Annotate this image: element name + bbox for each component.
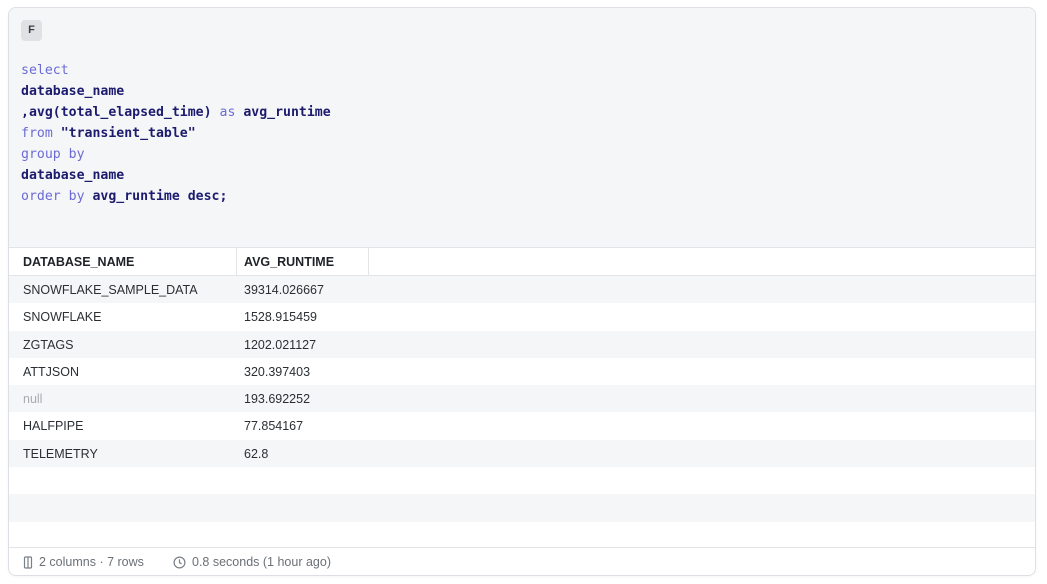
table-row[interactable]: SNOWFLAKE 1528.915459 <box>9 303 1035 330</box>
cell-database-name[interactable]: null <box>9 385 237 412</box>
sql-keyword: group by <box>21 147 85 162</box>
code-line[interactable]: database_name <box>21 165 331 186</box>
table-body: SNOWFLAKE_SAMPLE_DATA 39314.026667 SNOWFLA… <box>9 276 1035 549</box>
results-table: DATABASE_NAME AVG_RUNTIME SNOWFLAKE_SAMP… <box>9 248 1035 549</box>
table-row[interactable]: HALFPIPE 77.854167 <box>9 412 1035 439</box>
cell-avg-runtime[interactable]: 193.692252 <box>237 385 369 412</box>
cell-database-name[interactable]: TELEMETRY <box>9 440 237 467</box>
cell-avg-runtime[interactable]: 1528.915459 <box>237 303 369 330</box>
table-icon <box>23 555 33 569</box>
query-timing-text: 0.8 seconds (1 hour ago) <box>192 555 331 569</box>
clock-icon <box>173 555 186 569</box>
table-row[interactable]: ZGTAGS 1202.021127 <box>9 330 1035 358</box>
sql-token: ,avg(total_elapsed_time) <box>21 105 220 120</box>
sql-token: "transient_table" <box>60 126 196 141</box>
cell-database-name[interactable]: SNOWFLAKE <box>9 303 237 330</box>
sql-token: avg_runtime <box>235 105 331 120</box>
cell-avg-runtime[interactable]: 320.397403 <box>237 358 369 385</box>
sql-keyword: order by <box>21 189 93 204</box>
column-header-avg-runtime[interactable]: AVG_RUNTIME <box>237 248 369 275</box>
results-summary: 2 columns · 7 rows <box>23 548 144 575</box>
table-row[interactable]: ATTJSON 320.397403 <box>9 358 1035 385</box>
query-timing: 0.8 seconds (1 hour ago) <box>173 548 331 575</box>
table-row[interactable] <box>9 494 1035 522</box>
cell-avg-runtime[interactable]: 77.854167 <box>237 412 369 439</box>
code-line[interactable]: from "transient_table" <box>21 123 331 144</box>
code-line[interactable]: ,avg(total_elapsed_time) as avg_runtime <box>21 102 331 123</box>
sql-token: database_name <box>21 84 125 99</box>
column-header-database-name[interactable]: DATABASE_NAME <box>9 248 237 275</box>
sql-keyword: as <box>219 105 236 120</box>
table-row[interactable]: TELEMETRY 62.8 <box>9 439 1035 468</box>
table-row[interactable] <box>9 522 1035 549</box>
cell-database-name[interactable]: ZGTAGS <box>9 331 237 358</box>
code-line[interactable]: order by avg_runtime desc; <box>21 186 331 207</box>
sql-token: avg_runtime desc; <box>92 189 228 204</box>
sql-keyword: select <box>21 63 69 78</box>
code-line[interactable]: database_name <box>21 81 331 102</box>
table-row[interactable]: null 193.692252 <box>9 385 1035 413</box>
table-row[interactable] <box>9 467 1035 494</box>
table-row[interactable]: SNOWFLAKE_SAMPLE_DATA 39314.026667 <box>9 276 1035 304</box>
results-footer: 2 columns · 7 rows 0.8 seconds (1 hour a… <box>9 547 1035 575</box>
cell-database-name[interactable]: HALFPIPE <box>9 412 237 439</box>
results-summary-text: 2 columns · 7 rows <box>39 555 144 569</box>
code-line[interactable]: group by <box>21 144 331 165</box>
cell-avg-runtime[interactable]: 1202.021127 <box>237 331 369 358</box>
sql-keyword: from <box>21 126 61 141</box>
cell-avg-runtime[interactable]: 62.8 <box>237 440 369 467</box>
code-line[interactable]: select <box>21 60 331 81</box>
sql-token: database_name <box>21 168 125 183</box>
table-header: DATABASE_NAME AVG_RUNTIME <box>9 248 1035 276</box>
sql-code[interactable]: select database_name ,avg(total_elapsed_ti… <box>21 60 331 207</box>
sql-editor[interactable]: F select database_name ,avg(total_elapsed_… <box>9 8 1035 248</box>
cell-avg-runtime[interactable]: 39314.026667 <box>237 276 369 303</box>
cell-database-name[interactable]: SNOWFLAKE_SAMPLE_DATA <box>9 276 237 303</box>
cell-type-badge[interactable]: F <box>21 20 42 41</box>
query-result-card: F select database_name ,avg(total_elapsed_… <box>8 7 1036 576</box>
cell-database-name[interactable]: ATTJSON <box>9 358 237 385</box>
